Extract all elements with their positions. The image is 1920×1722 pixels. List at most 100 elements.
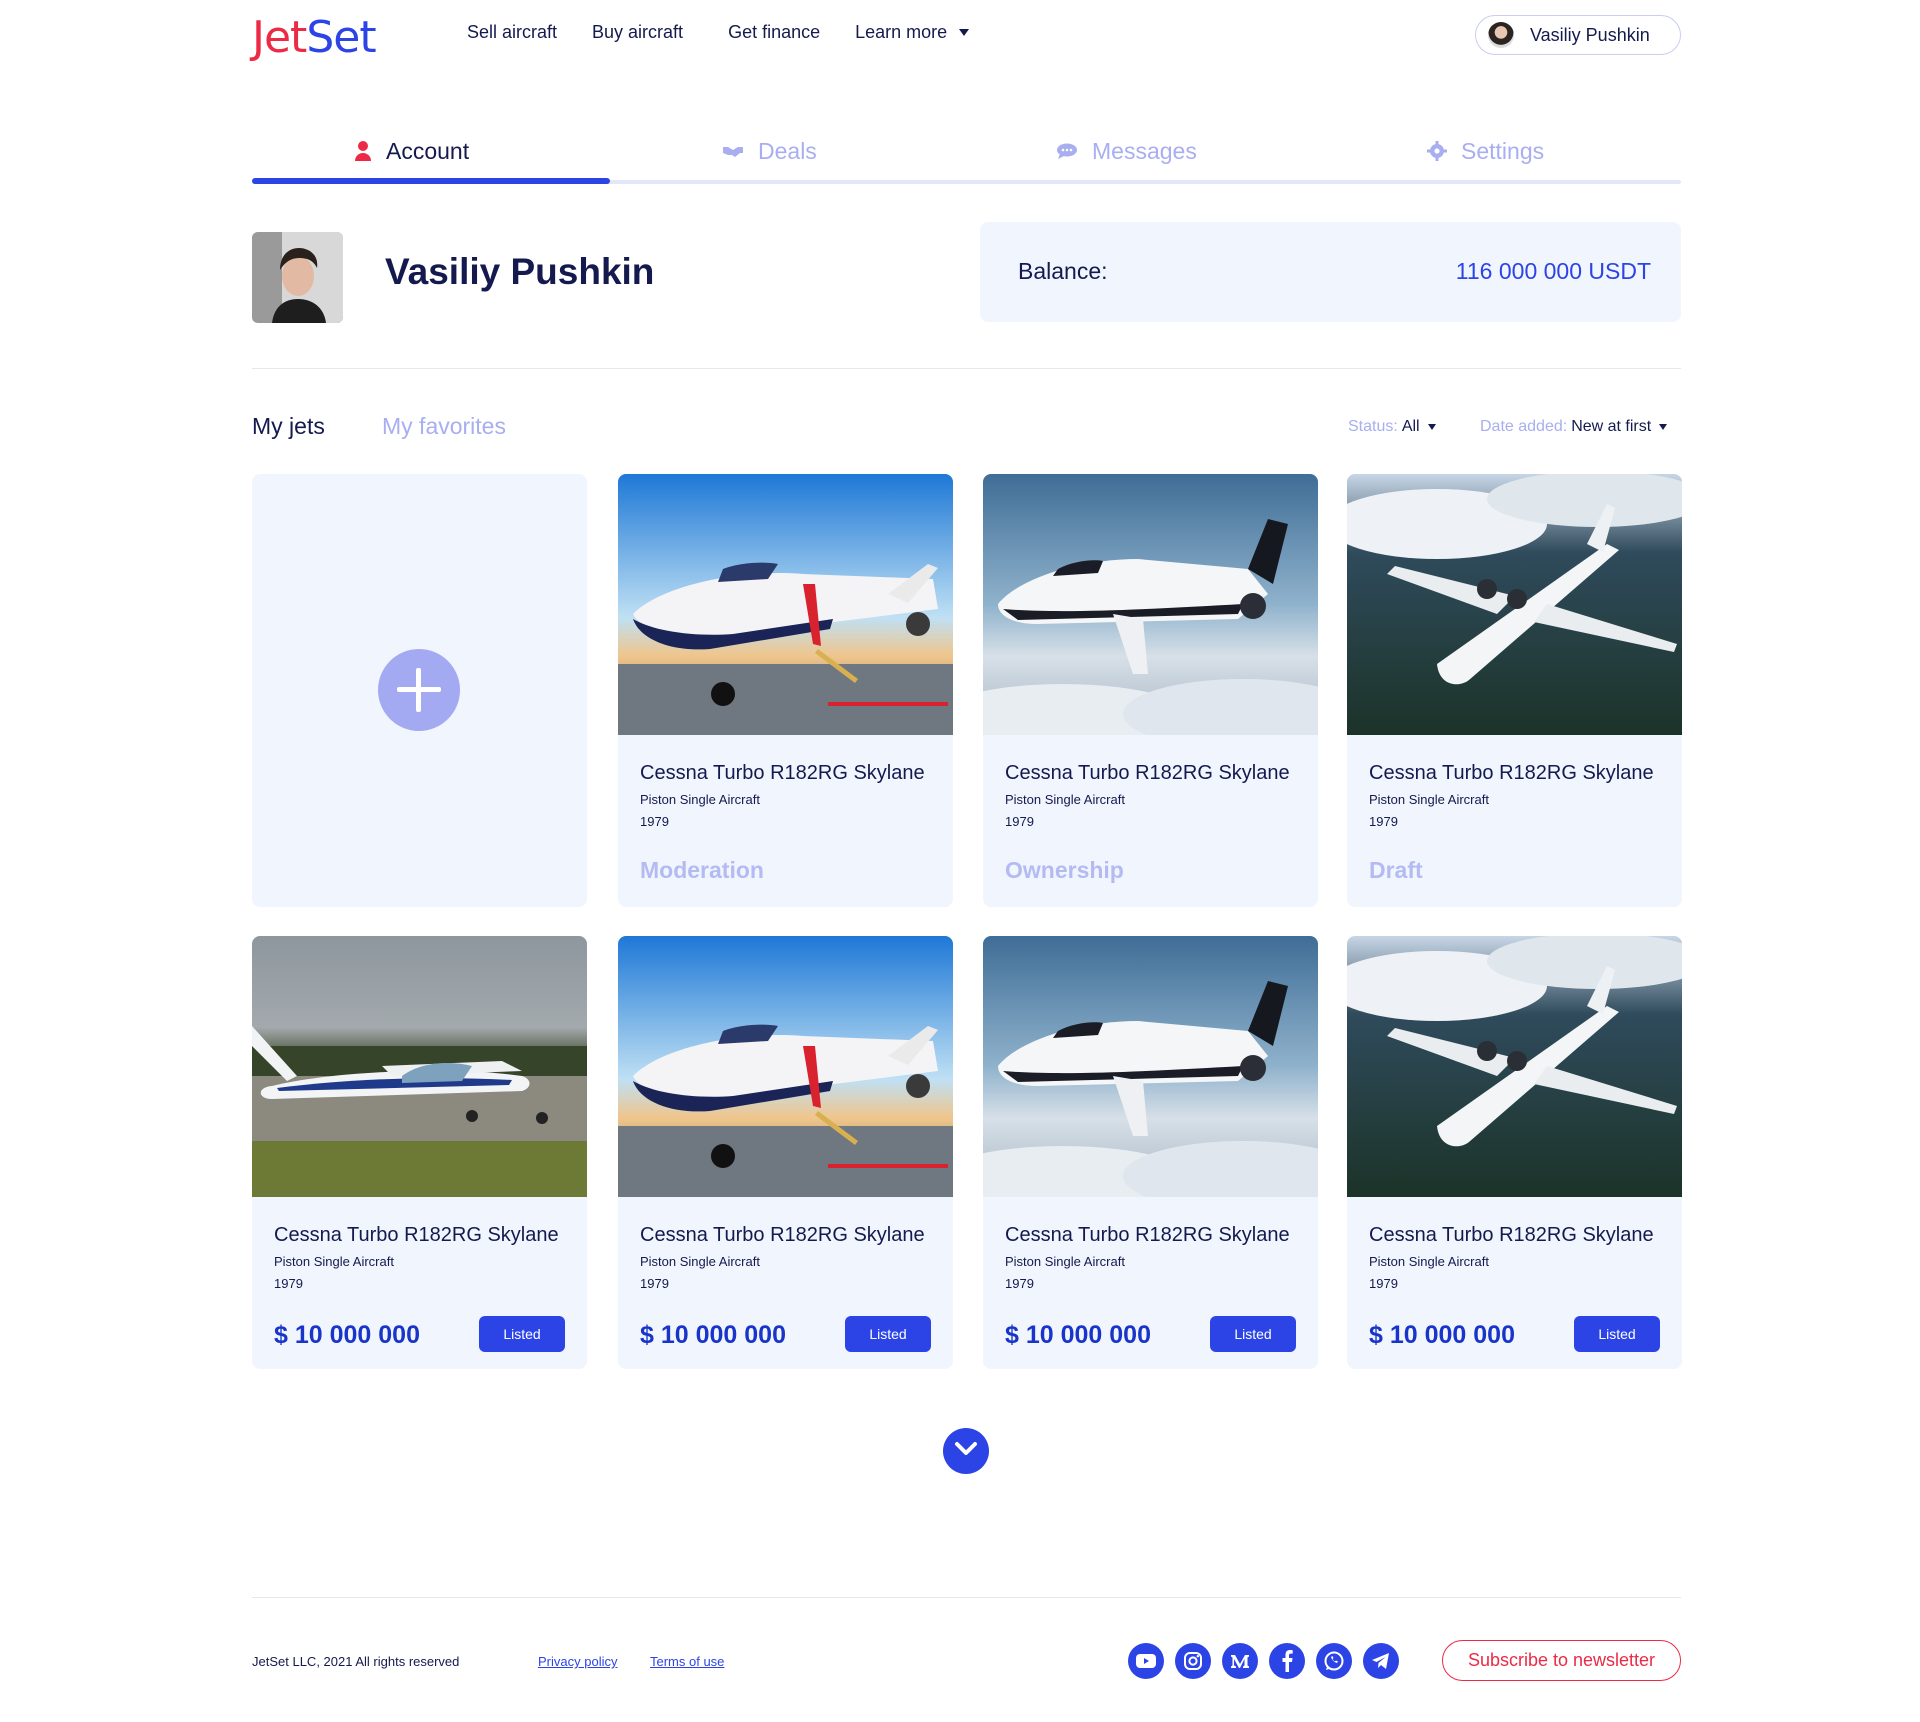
privacy-policy-link[interactable]: Privacy policy — [538, 1654, 617, 1669]
jet-title: Cessna Turbo R182RG Skylane — [274, 1224, 559, 1246]
jet-title: Cessna Turbo R182RG Skylane — [1005, 1224, 1290, 1246]
jet-title: Cessna Turbo R182RG Skylane — [640, 1224, 925, 1246]
status-label: Ownership — [1005, 857, 1124, 883]
user-name: Vasiliy Pushkin — [1530, 24, 1650, 45]
jet-title: Cessna Turbo R182RG Skylane — [1369, 762, 1654, 784]
chat-icon — [1056, 143, 1078, 159]
user-icon — [354, 140, 372, 162]
chevron-down-icon — [954, 1441, 978, 1462]
profile-avatar — [252, 232, 343, 323]
tab-label: Messages — [1092, 137, 1197, 164]
jet-year: 1979 — [640, 814, 669, 829]
jet-category: Piston Single Aircraft — [640, 792, 760, 807]
logo-jet-text: Jet — [252, 12, 307, 63]
status-filter[interactable]: Status: All — [1348, 418, 1436, 436]
copyright-text: JetSet LLC, 2021 All rights reserved — [252, 1654, 460, 1669]
instagram-icon[interactable] — [1175, 1643, 1211, 1679]
nav-label: Learn more — [855, 22, 948, 42]
jet-photo — [618, 474, 953, 735]
social-links — [1128, 1643, 1410, 1679]
jet-category: Piston Single Aircraft — [1369, 1254, 1489, 1269]
nav-label: Get finance — [728, 22, 821, 42]
tab-account[interactable]: Account — [354, 126, 469, 176]
profile-name: Vasiliy Pushkin — [385, 251, 655, 292]
nav-label: Buy aircraft — [592, 22, 684, 42]
nav-sell-aircraft[interactable]: Sell aircraft — [467, 22, 557, 43]
medium-icon[interactable] — [1222, 1643, 1258, 1679]
youtube-icon[interactable] — [1128, 1643, 1164, 1679]
subscribe-newsletter-button[interactable]: Subscribe to newsletter — [1442, 1640, 1681, 1681]
jet-card[interactable]: Cessna Turbo R182RG Skylane Piston Singl… — [983, 474, 1318, 907]
jet-year: 1979 — [1369, 1276, 1398, 1291]
avatar — [1488, 22, 1514, 48]
tab-deals[interactable]: Deals — [722, 126, 817, 176]
handshake-icon — [722, 144, 744, 158]
tab-settings[interactable]: Settings — [1427, 126, 1544, 176]
jet-photo — [1347, 474, 1682, 735]
chevron-down-icon — [1659, 424, 1668, 430]
jet-price: $ 10 000 000 — [640, 1321, 786, 1349]
listed-button[interactable]: Listed — [479, 1316, 565, 1352]
add-jet-card[interactable] — [252, 474, 587, 907]
footer-divider — [252, 1597, 1681, 1598]
nav-label: Sell aircraft — [467, 22, 558, 42]
top-header: JetSet Sell aircraft Buy aircraft Get fi… — [252, 0, 1681, 70]
load-more-button[interactable] — [943, 1428, 989, 1474]
jet-photo — [983, 474, 1318, 735]
facebook-icon[interactable] — [1269, 1643, 1305, 1679]
plus-icon — [378, 649, 460, 731]
jet-photo — [252, 936, 587, 1197]
account-tabs: Account Deals Messages Settings — [252, 126, 1681, 184]
jet-title: Cessna Turbo R182RG Skylane — [1369, 1224, 1654, 1246]
jetset-logo[interactable]: JetSet — [252, 12, 377, 63]
jet-photo — [983, 936, 1318, 1197]
date-filter-label: Date added: — [1480, 418, 1568, 435]
jet-year: 1979 — [1005, 1276, 1034, 1291]
jet-card[interactable]: Cessna Turbo R182RG Skylane Piston Singl… — [983, 936, 1318, 1369]
main-nav: Sell aircraft Buy aircraft Get finance L… — [467, 22, 1004, 43]
date-added-sort[interactable]: Date added: New at first — [1480, 418, 1668, 436]
listed-button[interactable]: Listed — [1574, 1316, 1660, 1352]
nav-buy-aircraft[interactable]: Buy aircraft — [592, 22, 683, 43]
status-label: Draft — [1369, 857, 1423, 883]
jet-card[interactable]: Cessna Turbo R182RG Skylane Piston Singl… — [618, 474, 953, 907]
balance-value: 116 000 000 USDT — [1455, 258, 1651, 284]
jet-card[interactable]: Cessna Turbo R182RG Skylane Piston Singl… — [1347, 936, 1682, 1369]
jet-category: Piston Single Aircraft — [274, 1254, 394, 1269]
tab-my-jets[interactable]: My jets — [252, 413, 325, 440]
jet-photo — [618, 936, 953, 1197]
jet-card[interactable]: Cessna Turbo R182RG Skylane Piston Singl… — [252, 936, 587, 1369]
status-filter-value: All — [1401, 418, 1420, 435]
jet-title: Cessna Turbo R182RG Skylane — [1005, 762, 1290, 784]
balance-panel: Balance: 116 000 000 USDT — [980, 222, 1681, 322]
jet-category: Piston Single Aircraft — [1369, 792, 1489, 807]
jet-price: $ 10 000 000 — [1005, 1321, 1151, 1349]
tab-messages[interactable]: Messages — [1056, 126, 1197, 176]
telegram-icon[interactable] — [1363, 1643, 1399, 1679]
jet-price: $ 10 000 000 — [274, 1321, 420, 1349]
nav-learn-more[interactable]: Learn more — [855, 22, 970, 43]
date-filter-value: New at first — [1571, 418, 1652, 435]
jet-category: Piston Single Aircraft — [1005, 1254, 1125, 1269]
jet-category: Piston Single Aircraft — [640, 1254, 760, 1269]
tab-label: Account — [386, 137, 470, 164]
nav-get-finance[interactable]: Get finance — [728, 22, 820, 43]
active-tab-indicator — [252, 178, 610, 184]
chevron-down-icon — [1427, 424, 1436, 430]
jet-year: 1979 — [274, 1276, 303, 1291]
jet-card[interactable]: Cessna Turbo R182RG Skylane Piston Singl… — [618, 936, 953, 1369]
jet-price: $ 10 000 000 — [1369, 1321, 1515, 1349]
listed-button[interactable]: Listed — [1210, 1316, 1296, 1352]
terms-of-use-link[interactable]: Terms of use — [650, 1654, 724, 1669]
jet-card[interactable]: Cessna Turbo R182RG Skylane Piston Singl… — [1347, 474, 1682, 907]
listed-button[interactable]: Listed — [845, 1316, 931, 1352]
jet-title: Cessna Turbo R182RG Skylane — [640, 762, 925, 784]
jet-category: Piston Single Aircraft — [1005, 792, 1125, 807]
status-label: Moderation — [640, 857, 764, 883]
tab-label: Deals — [758, 137, 817, 164]
whatsapp-icon[interactable] — [1316, 1643, 1352, 1679]
user-menu-button[interactable]: Vasiliy Pushkin — [1475, 15, 1681, 55]
jet-photo — [1347, 936, 1682, 1197]
tab-my-favorites[interactable]: My favorites — [382, 413, 506, 440]
chevron-down-icon — [959, 29, 970, 36]
